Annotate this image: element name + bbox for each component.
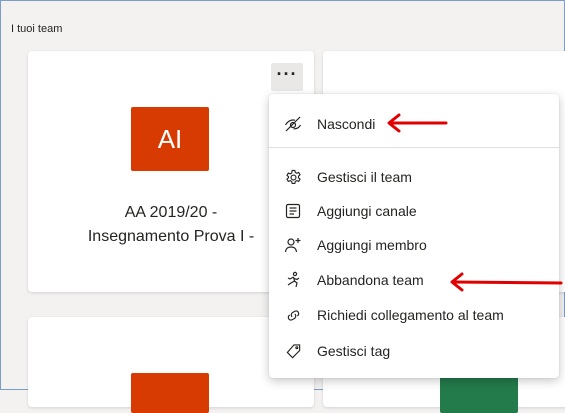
menu-item-label: Nascondi xyxy=(317,116,376,132)
menu-item-label: Richiedi collegamento al team xyxy=(317,307,504,323)
team-options-menu: Nascondi Gestisci il team Aggiungi canal… xyxy=(269,94,559,378)
menu-item-manage-tags[interactable]: Gestisci tag xyxy=(269,336,559,366)
menu-item-add-member[interactable]: Aggiungi membro xyxy=(269,230,559,260)
menu-item-label: Gestisci tag xyxy=(317,343,391,359)
menu-item-label: Abbandona team xyxy=(317,272,424,288)
gear-icon xyxy=(283,167,303,187)
menu-item-add-channel[interactable]: Aggiungi canale xyxy=(269,196,559,226)
annotation-arrow-abbandona xyxy=(450,272,563,292)
more-options-button[interactable]: ··· xyxy=(271,63,303,91)
menu-item-label: Aggiungi membro xyxy=(317,237,427,253)
hide-icon xyxy=(283,114,303,134)
annotation-arrow-nascondi xyxy=(387,113,448,133)
leave-icon xyxy=(283,270,303,290)
menu-item-label: Aggiungi canale xyxy=(317,203,417,219)
tag-icon xyxy=(283,341,303,361)
menu-item-manage-team[interactable]: Gestisci il team xyxy=(269,162,559,192)
section-title: I tuoi team xyxy=(11,23,63,35)
team-initials: AI xyxy=(157,123,183,154)
menu-item-label: Gestisci il team xyxy=(317,169,412,185)
team-avatar xyxy=(440,373,518,413)
teams-grid-frame: I tuoi team AI AA 2019/20 - Insegnamento… xyxy=(0,0,565,413)
menu-divider xyxy=(269,147,559,148)
menu-item-request-link[interactable]: Richiedi collegamento al team xyxy=(269,300,559,330)
add-member-icon xyxy=(283,235,303,255)
channel-icon xyxy=(283,201,303,221)
team-avatar xyxy=(131,373,209,413)
team-avatar: AI xyxy=(131,107,209,171)
link-icon xyxy=(283,305,303,325)
